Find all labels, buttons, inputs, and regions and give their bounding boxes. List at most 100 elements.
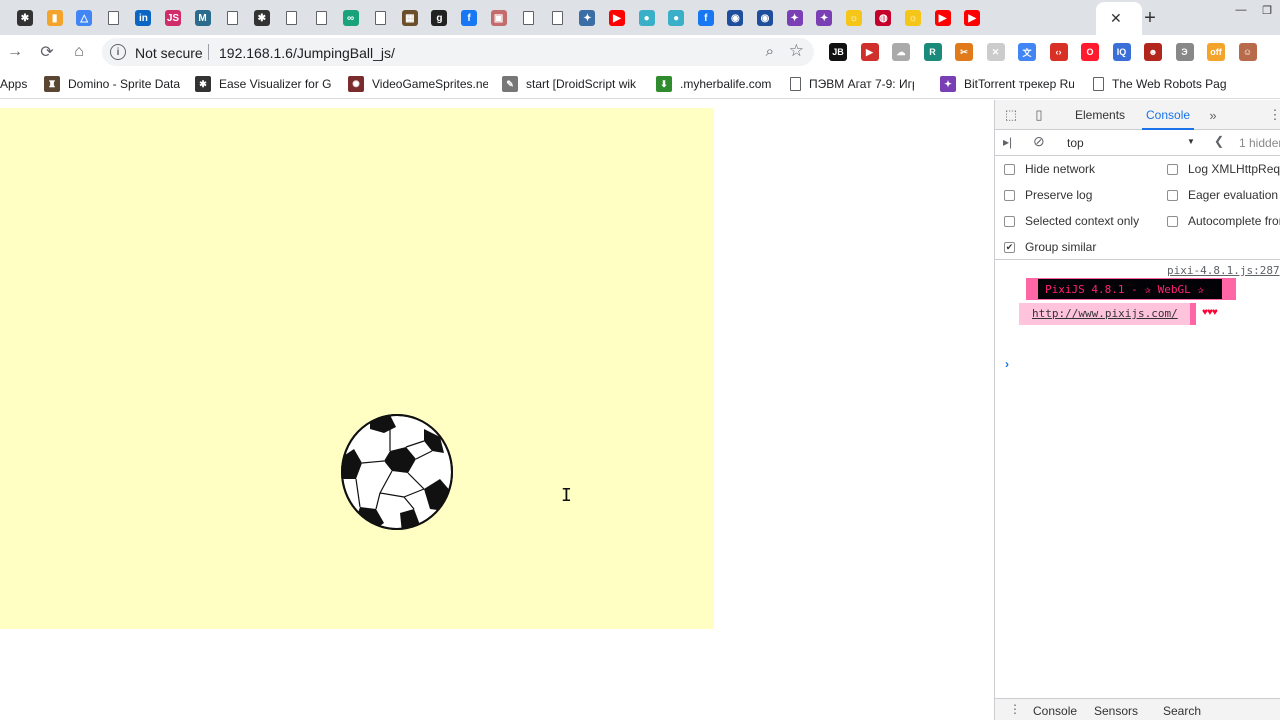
- console-option[interactable]: ✔ Group similar: [1004, 239, 1096, 255]
- browser-tab[interactable]: ✱: [249, 6, 275, 30]
- home-button[interactable]: ⌂: [68, 41, 90, 63]
- inspect-element-icon[interactable]: ⬚: [1003, 107, 1019, 123]
- browser-tab[interactable]: ☼: [900, 6, 926, 30]
- browser-tab[interactable]: ✦: [574, 6, 600, 30]
- bookmark-item[interactable]: ♜ Domino - Sprite Data: [44, 76, 180, 92]
- browser-tab[interactable]: ◉: [752, 6, 778, 30]
- browser-tab[interactable]: [367, 6, 393, 30]
- opera-extension-icon[interactable]: O: [1081, 43, 1099, 61]
- device-toolbar-icon[interactable]: ▯: [1031, 107, 1047, 123]
- bookmark-item[interactable]: Apps: [0, 76, 30, 92]
- browser-tab[interactable]: ✱: [12, 6, 38, 30]
- off-extension-icon[interactable]: off: [1207, 43, 1225, 61]
- bookmark-item[interactable]: ✱ Ease Visualizer for GS: [195, 76, 331, 92]
- tool-extension-icon[interactable]: ✂: [955, 43, 973, 61]
- collapse-icon[interactable]: ❮: [1214, 134, 1224, 148]
- tab-console[interactable]: Console: [1141, 108, 1195, 130]
- browser-tab[interactable]: g: [426, 6, 452, 30]
- mascot-extension-icon[interactable]: ☻: [1144, 43, 1162, 61]
- console-prompt[interactable]: ›: [1005, 357, 1009, 371]
- security-label[interactable]: Not secure: [135, 45, 203, 61]
- browser-tab[interactable]: ∞: [338, 6, 364, 30]
- zoom-icon[interactable]: ⌕: [766, 43, 774, 60]
- iq-extension-icon[interactable]: IQ: [1112, 43, 1131, 61]
- bookmark-item[interactable]: ✦ BitTorrent трекер Ru: [940, 76, 1074, 92]
- console-option[interactable]: Selected context only: [1004, 213, 1139, 229]
- browser-tab[interactable]: ✦: [782, 6, 808, 30]
- code-extension-icon[interactable]: ‹›: [1049, 43, 1068, 61]
- bookmark-item[interactable]: The Web Robots Pag: [1093, 76, 1227, 92]
- browser-tab[interactable]: M: [190, 6, 216, 30]
- checkbox[interactable]: [1004, 215, 1015, 227]
- browser-tab[interactable]: [219, 6, 245, 30]
- address-bar[interactable]: i Not secure 192.168.1.6/JumpingBall_js/…: [102, 38, 814, 66]
- devtools-menu-icon[interactable]: ⋮: [1267, 107, 1280, 123]
- browser-tab[interactable]: ▣: [486, 6, 512, 30]
- console-option[interactable]: Log XMLHttpRequests: [1167, 161, 1280, 177]
- console-option[interactable]: Hide network: [1004, 161, 1095, 177]
- tab-elements[interactable]: Elements: [1075, 108, 1125, 122]
- browser-tab[interactable]: ●: [663, 6, 689, 30]
- source-link[interactable]: pixi-4.8.1.js:287: [1167, 264, 1280, 277]
- bookmark-item[interactable]: ✎ start [DroidScript wik: [502, 76, 642, 92]
- browser-tab[interactable]: ▶: [959, 6, 985, 30]
- pixi-canvas[interactable]: I: [0, 108, 714, 629]
- bookmark-item[interactable]: ✺ VideoGameSprites.ne: [348, 76, 488, 92]
- checkbox[interactable]: [1167, 163, 1178, 175]
- close-tab-icon[interactable]: ✕: [1110, 10, 1122, 27]
- browser-tab[interactable]: ☼: [841, 6, 867, 30]
- browser-tab[interactable]: ▶: [930, 6, 956, 30]
- browser-tab[interactable]: ◉: [722, 6, 748, 30]
- browser-tab[interactable]: ✦: [811, 6, 837, 30]
- browser-tab[interactable]: [515, 6, 541, 30]
- console-option[interactable]: Autocomplete from history: [1167, 213, 1280, 229]
- browser-tab[interactable]: ▶: [604, 6, 630, 30]
- checkbox[interactable]: ✔: [1004, 241, 1015, 253]
- forward-button[interactable]: →: [4, 41, 26, 63]
- browser-tab[interactable]: [278, 6, 304, 30]
- browser-tab[interactable]: ◍: [870, 6, 896, 30]
- browser-tab[interactable]: [101, 6, 127, 30]
- active-tab[interactable]: ✕: [1096, 2, 1142, 35]
- browser-tab[interactable]: ▮: [42, 6, 68, 30]
- profile-extension-icon[interactable]: ☺: [1238, 43, 1257, 61]
- checkbox[interactable]: [1167, 189, 1178, 201]
- translate-extension-icon[interactable]: 文: [1018, 43, 1036, 61]
- browser-tab[interactable]: [308, 6, 334, 30]
- url-text[interactable]: 192.168.1.6/JumpingBall_js/: [219, 45, 395, 61]
- more-tabs-icon[interactable]: »: [1205, 107, 1221, 123]
- x-extension-icon[interactable]: ✕: [986, 43, 1005, 61]
- drawer-tab-console[interactable]: Console: [1033, 704, 1077, 718]
- drawer-tab-sensors[interactable]: Sensors: [1094, 704, 1138, 718]
- bookmark-star-icon[interactable]: ☆: [789, 41, 804, 61]
- e-extension-icon[interactable]: Э: [1175, 43, 1194, 61]
- browser-tab[interactable]: JS: [160, 6, 186, 30]
- checkbox[interactable]: [1004, 163, 1015, 175]
- console-option[interactable]: Eager evaluation: [1167, 187, 1278, 203]
- browser-tab[interactable]: △: [71, 6, 97, 30]
- context-selector[interactable]: top: [1067, 136, 1084, 150]
- drawer-tab-search[interactable]: Search: [1163, 704, 1201, 718]
- restore-button[interactable]: ❐: [1254, 0, 1280, 20]
- drawer-menu-icon[interactable]: ⋮: [1009, 702, 1021, 716]
- reload-button[interactable]: ⟳: [36, 41, 58, 63]
- browser-tab[interactable]: ▦: [397, 6, 423, 30]
- bookmark-item[interactable]: ПЭВМ Агат 7-9: Игрс: [790, 76, 914, 92]
- minimize-button[interactable]: —: [1228, 0, 1254, 20]
- r-extension-icon[interactable]: R: [923, 43, 942, 61]
- browser-tab[interactable]: f: [693, 6, 719, 30]
- cloud-extension-icon[interactable]: ☁: [892, 43, 910, 61]
- checkbox[interactable]: [1167, 215, 1178, 227]
- video-extension-icon[interactable]: ▶: [860, 43, 879, 61]
- browser-tab[interactable]: [545, 6, 571, 30]
- browser-tab[interactable]: in: [130, 6, 156, 30]
- browser-tab[interactable]: f: [456, 6, 482, 30]
- jb-extension-icon[interactable]: JB: [829, 43, 847, 61]
- pixi-url-link[interactable]: http://www.pixijs.com/: [1032, 307, 1178, 320]
- context-dropdown-icon[interactable]: ▼: [1187, 137, 1195, 146]
- new-tab-button[interactable]: +: [1138, 6, 1162, 30]
- console-option[interactable]: Preserve log: [1004, 187, 1092, 203]
- checkbox[interactable]: [1004, 189, 1015, 201]
- bookmark-item[interactable]: ⬇ .myherbalife.com: [656, 76, 774, 92]
- clear-console-icon[interactable]: ⊘: [1033, 133, 1045, 150]
